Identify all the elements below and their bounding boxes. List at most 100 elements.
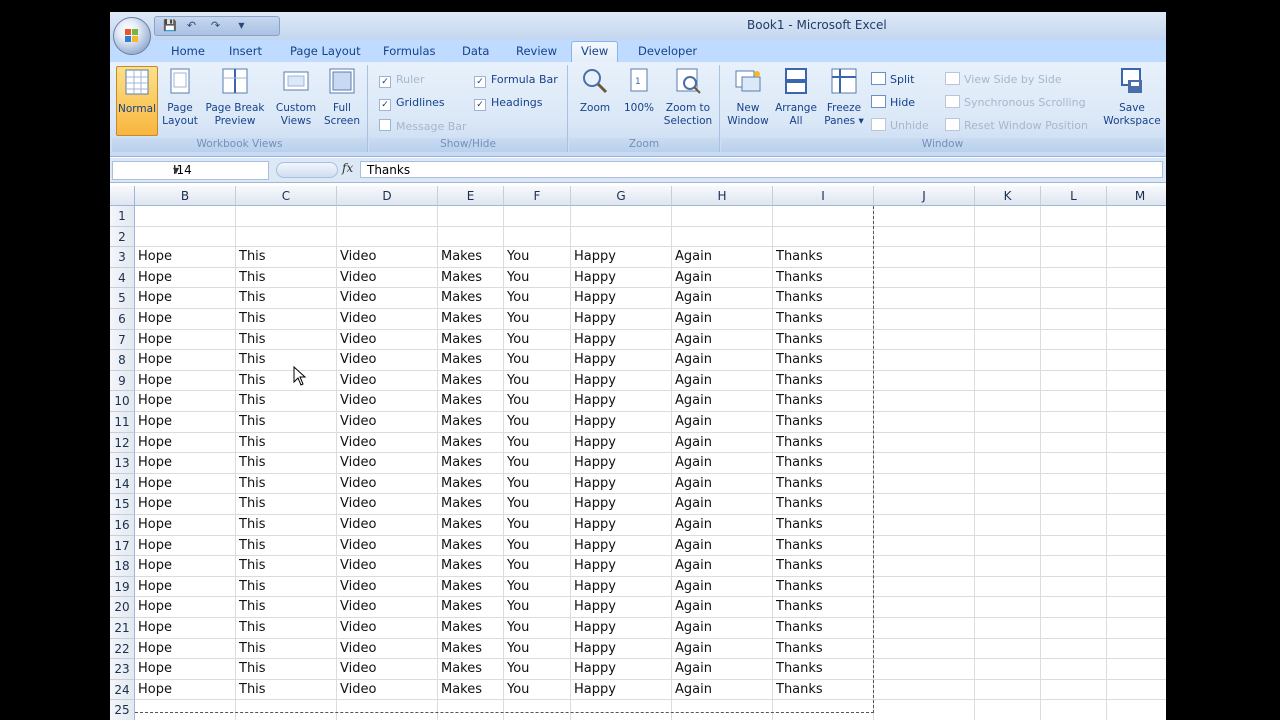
cell-l5[interactable]	[1041, 288, 1107, 309]
cell-e13[interactable]: Makes	[438, 453, 504, 474]
cell-i5[interactable]: Thanks	[773, 288, 874, 309]
cell-i17[interactable]: Thanks	[773, 535, 874, 557]
row-header-1[interactable]: 1	[110, 206, 135, 227]
cell-h12[interactable]: Again	[672, 432, 773, 454]
column-header-i[interactable]: I	[773, 186, 874, 206]
row-header-11[interactable]: 11	[110, 412, 135, 433]
cell-l20[interactable]	[1041, 597, 1107, 618]
cell-j21[interactable]	[874, 618, 975, 639]
cell-j19[interactable]	[874, 576, 975, 598]
cell-i23[interactable]: Thanks	[773, 659, 874, 680]
cell-m2[interactable]	[1107, 227, 1166, 248]
cell-d2[interactable]	[337, 226, 438, 248]
cell-k19[interactable]	[975, 576, 1041, 598]
cell-k20[interactable]	[975, 597, 1041, 618]
cell-i10[interactable]: Thanks	[773, 391, 874, 412]
row-header-13[interactable]: 13	[110, 453, 135, 474]
cell-c15[interactable]: This	[236, 494, 337, 515]
cell-k6[interactable]	[975, 309, 1041, 330]
freeze-panes-button[interactable]: Freeze Panes ▾	[821, 66, 867, 128]
cell-b6[interactable]: Hope	[135, 309, 236, 330]
row-header-3[interactable]: 3	[110, 247, 135, 268]
cell-i2[interactable]	[773, 226, 874, 248]
row-header-10[interactable]: 10	[110, 391, 135, 412]
cell-e4[interactable]: Makes	[438, 267, 504, 289]
cell-e7[interactable]: Makes	[438, 329, 504, 351]
cell-l25[interactable]	[1041, 700, 1107, 720]
cell-e11[interactable]: Makes	[438, 412, 504, 433]
cell-c19[interactable]: This	[236, 576, 337, 598]
row-header-14[interactable]: 14	[110, 473, 135, 495]
row-header-8[interactable]: 8	[110, 350, 135, 371]
cell-l22[interactable]	[1041, 638, 1107, 660]
cell-g20[interactable]: Happy	[571, 597, 672, 618]
page-break-preview-button[interactable]: Page Break Preview	[204, 66, 266, 128]
cell-c17[interactable]: This	[236, 535, 337, 557]
cell-l1[interactable]	[1041, 206, 1107, 227]
cell-d11[interactable]: Video	[337, 412, 438, 433]
cell-l16[interactable]	[1041, 515, 1107, 536]
cell-h22[interactable]: Again	[672, 638, 773, 660]
cell-c12[interactable]: This	[236, 432, 337, 454]
column-header-g[interactable]: G	[571, 186, 672, 206]
cell-c2[interactable]	[236, 226, 337, 248]
tab-page-layout[interactable]: Page Layout	[290, 44, 361, 58]
cell-c22[interactable]: This	[236, 638, 337, 660]
cell-g18[interactable]: Happy	[571, 556, 672, 577]
cell-e20[interactable]: Makes	[438, 597, 504, 618]
new-window-button[interactable]: New Window	[725, 66, 771, 128]
cell-b1[interactable]	[135, 206, 236, 227]
cell-l7[interactable]	[1041, 329, 1107, 351]
cell-h1[interactable]	[672, 206, 773, 227]
cell-m11[interactable]	[1107, 412, 1166, 433]
row-header-7[interactable]: 7	[110, 329, 135, 351]
cell-h5[interactable]: Again	[672, 288, 773, 309]
normal-view-button[interactable]: Normal	[116, 66, 158, 136]
hide-button[interactable]: Hide	[871, 95, 915, 109]
cell-c14[interactable]: This	[236, 473, 337, 495]
cell-k17[interactable]	[975, 535, 1041, 557]
cell-f19[interactable]: You	[504, 576, 571, 598]
cell-b16[interactable]: Hope	[135, 515, 236, 536]
name-box-dropdown-icon[interactable]: ▼	[173, 162, 265, 179]
cell-f1[interactable]	[504, 206, 571, 227]
cell-i8[interactable]: Thanks	[773, 350, 874, 371]
cell-e2[interactable]	[438, 226, 504, 248]
cell-i19[interactable]: Thanks	[773, 576, 874, 598]
row-header-24[interactable]: 24	[110, 679, 135, 701]
cell-b12[interactable]: Hope	[135, 432, 236, 454]
cell-f23[interactable]: You	[504, 659, 571, 680]
cell-d17[interactable]: Video	[337, 535, 438, 557]
page-layout-view-button[interactable]: Page Layout	[160, 66, 200, 128]
cell-c6[interactable]: This	[236, 309, 337, 330]
cell-j7[interactable]	[874, 329, 975, 351]
cell-f18[interactable]: You	[504, 556, 571, 577]
cell-f17[interactable]: You	[504, 535, 571, 557]
cell-k14[interactable]	[975, 473, 1041, 495]
zoom-100-button[interactable]: 1 100%	[619, 66, 659, 115]
cell-k9[interactable]	[975, 370, 1041, 392]
cell-k7[interactable]	[975, 329, 1041, 351]
reset-window-position-button[interactable]: Reset Window Position	[945, 118, 1088, 132]
cell-j15[interactable]	[874, 494, 975, 515]
row-header-5[interactable]: 5	[110, 288, 135, 309]
cell-e14[interactable]: Makes	[438, 473, 504, 495]
redo-icon[interactable]: ↷	[209, 19, 222, 32]
cell-f22[interactable]: You	[504, 638, 571, 660]
cell-d13[interactable]: Video	[337, 453, 438, 474]
cell-f20[interactable]: You	[504, 597, 571, 618]
cell-j23[interactable]	[874, 659, 975, 680]
undo-icon[interactable]: ↶	[185, 19, 198, 32]
cell-l4[interactable]	[1041, 267, 1107, 289]
cell-c13[interactable]: This	[236, 453, 337, 474]
cell-e10[interactable]: Makes	[438, 391, 504, 412]
cell-d3[interactable]: Video	[337, 247, 438, 268]
cell-k22[interactable]	[975, 638, 1041, 660]
cell-l11[interactable]	[1041, 412, 1107, 433]
cell-f11[interactable]: You	[504, 412, 571, 433]
cell-i16[interactable]: Thanks	[773, 515, 874, 536]
cell-e17[interactable]: Makes	[438, 535, 504, 557]
cell-k11[interactable]	[975, 412, 1041, 433]
cell-g5[interactable]: Happy	[571, 288, 672, 309]
column-header-d[interactable]: D	[337, 186, 438, 206]
